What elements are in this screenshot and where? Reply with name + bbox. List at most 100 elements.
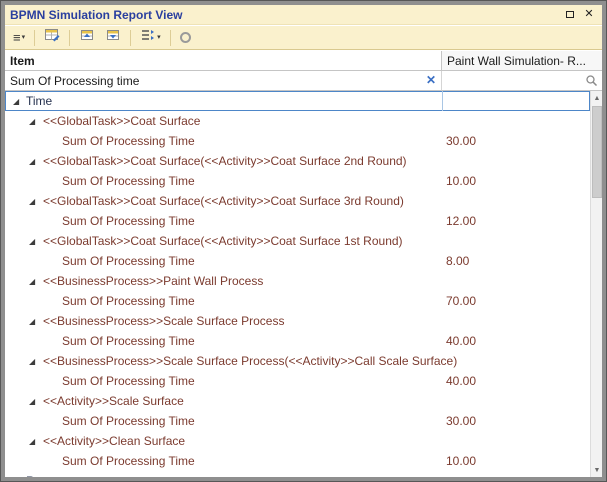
close-icon: ✕ (584, 9, 593, 20)
row-value: 30.00 (446, 131, 476, 151)
menu-button[interactable]: ≡ ▾ (9, 28, 29, 48)
window-content: BPMN Simulation Report View ✕ ≡ ▾ (5, 5, 602, 477)
expand-triangle-icon[interactable]: ◢ (29, 272, 35, 292)
refresh-button[interactable] (176, 28, 195, 48)
window-title: BPMN Simulation Report View (10, 8, 559, 22)
tree-node-row[interactable]: ◢ <<Activity>>Scale Surface (5, 391, 590, 411)
search-icon[interactable] (585, 74, 598, 90)
row-label: <<GlobalTask>>Coat Surface(<<Activity>>C… (43, 231, 403, 251)
row-label: <<BusinessProcess>>Scale Surface Process (43, 311, 284, 331)
column-header-value[interactable]: Paint Wall Simulation- R... (442, 51, 602, 71)
scrollbar-thumb[interactable] (592, 106, 602, 198)
expand-triangle-icon[interactable]: ◢ (29, 312, 35, 332)
value-row[interactable]: Sum Of Processing Time 8.00 (5, 251, 590, 271)
tree-node-row[interactable]: ◢ <<BusinessProcess>>Scale Surface Proces… (5, 351, 590, 371)
group-row[interactable]: ◢ Resource (5, 471, 590, 477)
filter-text: Sum Of Processing time (10, 74, 139, 88)
row-value: 40.00 (446, 371, 476, 391)
tree-rows: ◢Time◢<<GlobalTask>>Coat SurfaceSum Of P… (5, 91, 590, 477)
hamburger-menu-icon: ≡ (13, 31, 21, 44)
column-header-row: Item Paint Wall Simulation- R... (5, 51, 602, 71)
value-row[interactable]: Sum Of Processing Time 70.00 (5, 291, 590, 311)
toolbar-separator (170, 30, 171, 46)
collapse-all-button[interactable] (101, 28, 125, 48)
close-button[interactable]: ✕ (581, 8, 597, 22)
tree-node-row[interactable]: ◢ <<GlobalTask>>Coat Surface (5, 111, 590, 131)
value-row[interactable]: Sum Of Processing Time 30.00 (5, 131, 590, 151)
row-label: <<GlobalTask>>Coat Surface(<<Activity>>C… (43, 191, 404, 211)
expand-triangle-icon[interactable]: ◢ (13, 472, 19, 477)
row-label: <<GlobalTask>>Coat Surface (43, 111, 200, 131)
field-options-icon (140, 27, 156, 48)
row-label: Sum Of Processing Time (62, 171, 195, 191)
tree-node-row[interactable]: ◢ <<GlobalTask>>Coat Surface(<<Activity>>… (5, 191, 590, 211)
row-label: Resource (26, 471, 77, 477)
row-label: Sum Of Processing Time (62, 371, 195, 391)
row-value: 70.00 (446, 291, 476, 311)
toolbar-separator (34, 30, 35, 46)
row-value: 10.00 (446, 451, 476, 471)
scroll-down-icon[interactable]: ▼ (591, 463, 602, 477)
row-value: 12.00 (446, 211, 476, 231)
edit-layout-button[interactable] (40, 28, 64, 48)
refresh-icon (180, 32, 191, 43)
expand-triangle-icon[interactable]: ◢ (29, 392, 35, 412)
value-row[interactable]: Sum Of Processing Time 10.00 (5, 171, 590, 191)
row-value: 30.00 (446, 411, 476, 431)
value-row[interactable]: Sum Of Processing Time 40.00 (5, 371, 590, 391)
value-row[interactable]: Sum Of Processing Time 10.00 (5, 451, 590, 471)
row-value: 8.00 (446, 251, 469, 271)
row-label: Sum Of Processing Time (62, 291, 195, 311)
row-value: 40.00 (446, 331, 476, 351)
row-label: Sum Of Processing Time (62, 411, 195, 431)
expand-triangle-icon[interactable]: ◢ (29, 192, 35, 212)
tree-node-row[interactable]: ◢ <<BusinessProcess>>Scale Surface Proces… (5, 311, 590, 331)
row-label: Sum Of Processing Time (62, 451, 195, 471)
tree-node-row[interactable]: ◢ <<GlobalTask>>Coat Surface(<<Activity>>… (5, 151, 590, 171)
value-row[interactable]: Sum Of Processing Time 30.00 (5, 411, 590, 431)
vertical-scrollbar[interactable]: ▲ ▼ (590, 91, 602, 477)
titlebar[interactable]: BPMN Simulation Report View ✕ (5, 5, 602, 25)
filter-input[interactable]: Sum Of Processing time ✕ (5, 71, 442, 91)
chevron-down-icon: ▾ (157, 34, 161, 41)
tree-node-row[interactable]: ◢ <<Activity>>Clean Surface (5, 431, 590, 451)
toolbar: ≡ ▾ (5, 26, 602, 50)
toolbar-separator (69, 30, 70, 46)
tree-node-row[interactable]: ◢ <<BusinessProcess>>Paint Wall Process (5, 271, 590, 291)
expand-all-icon (79, 27, 95, 48)
row-label: <<GlobalTask>>Coat Surface(<<Activity>>C… (43, 151, 407, 171)
expand-triangle-icon[interactable]: ◢ (29, 112, 35, 132)
filter-value-cell[interactable] (442, 71, 602, 91)
clear-filter-icon[interactable]: ✕ (426, 73, 436, 87)
row-label: Sum Of Processing Time (62, 131, 195, 151)
row-label: Sum Of Processing Time (62, 251, 195, 271)
expand-all-button[interactable] (75, 28, 99, 48)
expand-triangle-icon[interactable]: ◢ (29, 152, 35, 172)
tree-node-row[interactable]: ◢ <<GlobalTask>>Coat Surface(<<Activity>>… (5, 231, 590, 251)
scroll-up-icon[interactable]: ▲ (591, 91, 602, 105)
expand-triangle-icon[interactable]: ◢ (13, 92, 19, 112)
expand-triangle-icon[interactable]: ◢ (29, 432, 35, 452)
maximize-icon (566, 11, 574, 18)
collapse-all-icon (105, 27, 121, 48)
group-row[interactable]: ◢ Time (5, 91, 590, 111)
chevron-down-icon: ▾ (22, 34, 26, 41)
row-label: Sum Of Processing Time (62, 331, 195, 351)
row-label: <<Activity>>Clean Surface (43, 431, 185, 451)
row-label: <<Activity>>Scale Surface (43, 391, 184, 411)
row-value: 10.00 (446, 171, 476, 191)
grid-edit-icon (44, 27, 60, 48)
value-row[interactable]: Sum Of Processing Time 40.00 (5, 331, 590, 351)
row-label: <<BusinessProcess>>Paint Wall Process (43, 271, 263, 291)
expand-triangle-icon[interactable]: ◢ (29, 352, 35, 372)
window-frame: BPMN Simulation Report View ✕ ≡ ▾ (0, 0, 607, 482)
column-header-item[interactable]: Item (5, 51, 442, 71)
row-label: Sum Of Processing Time (62, 211, 195, 231)
row-label: Time (26, 91, 52, 111)
expand-triangle-icon[interactable]: ◢ (29, 232, 35, 252)
options-button[interactable]: ▾ (136, 28, 165, 48)
value-row[interactable]: Sum Of Processing Time 12.00 (5, 211, 590, 231)
maximize-button[interactable] (562, 8, 578, 22)
row-label: <<BusinessProcess>>Scale Surface Process… (43, 351, 457, 371)
toolbar-separator (130, 30, 131, 46)
